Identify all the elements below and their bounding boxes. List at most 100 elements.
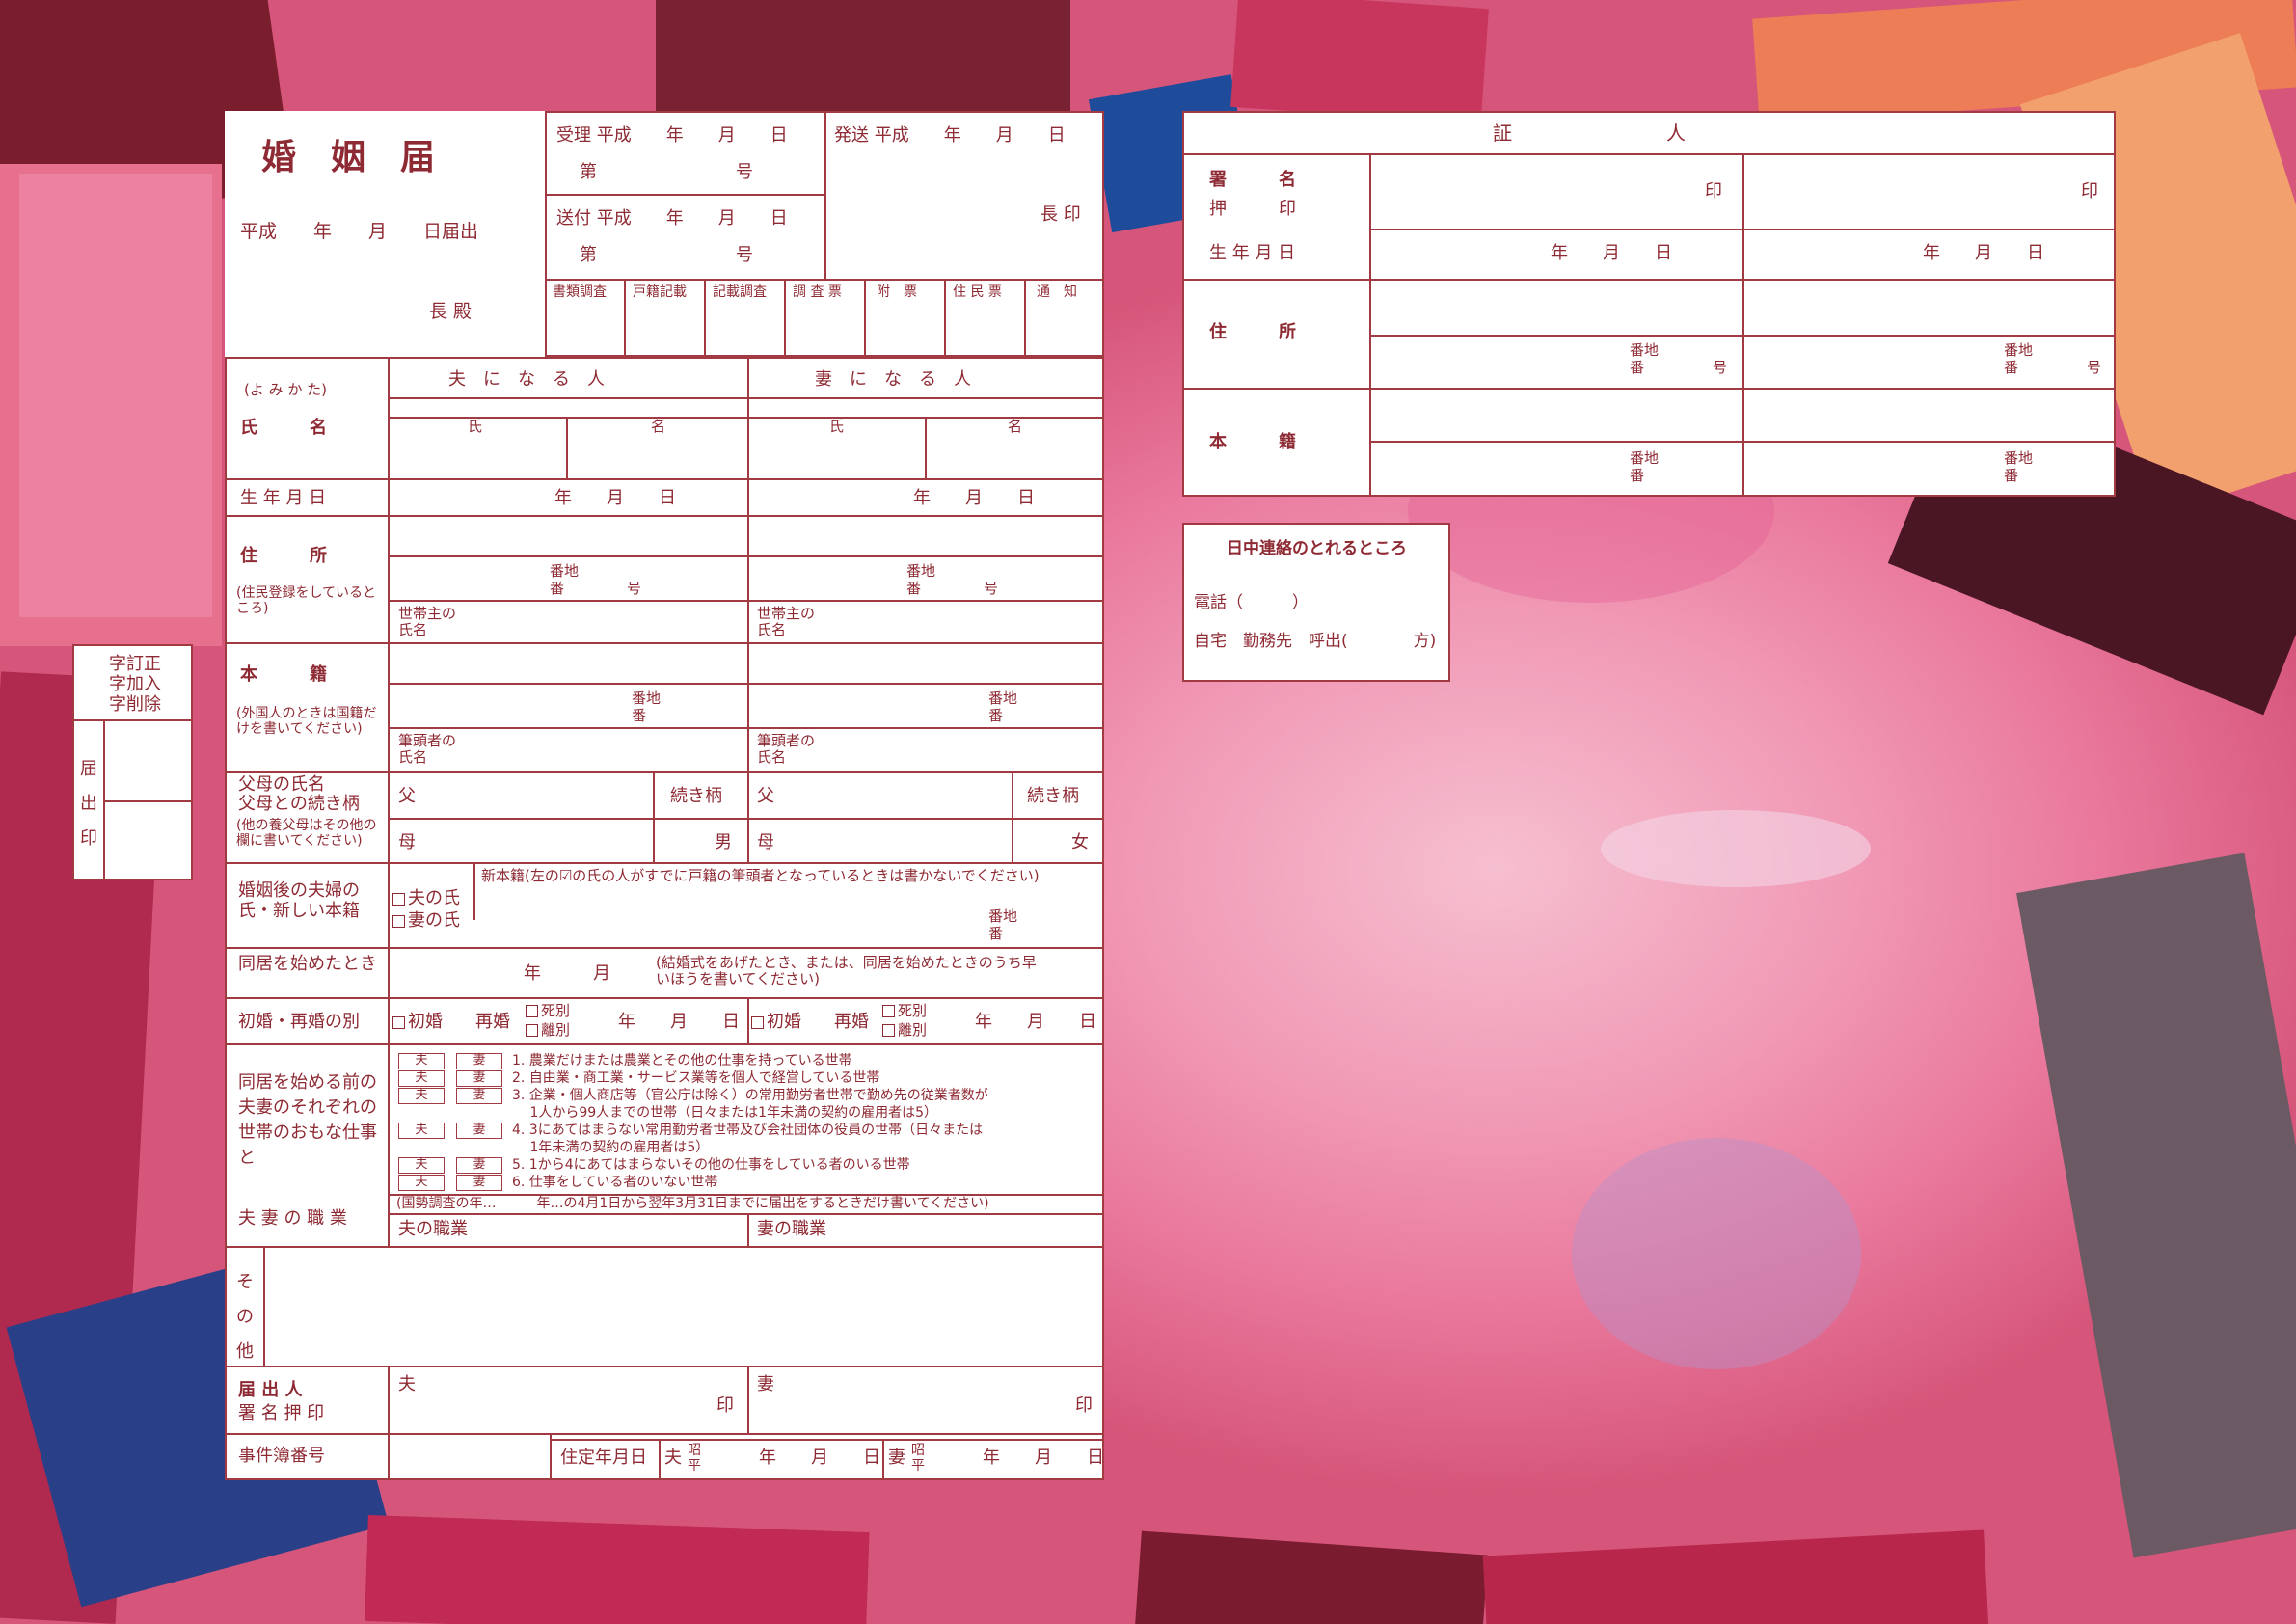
wife-job-label: 妻の職業 xyxy=(757,1219,826,1239)
work-2-wife-box[interactable]: 妻 xyxy=(456,1070,502,1087)
work-3-wife-box[interactable]: 妻 xyxy=(456,1088,502,1104)
husband-first-marriage[interactable]: 初婚 xyxy=(392,1012,443,1033)
witness2-birth-date: 年 月 日 xyxy=(1923,243,2044,263)
marriage-type-label: 初婚・再婚の別 xyxy=(238,1012,360,1032)
new-honseki-ban: 番 xyxy=(988,925,1004,942)
husband-divorce-option[interactable]: 離別 xyxy=(526,1021,570,1039)
witness1-ban: 番 xyxy=(1630,359,1645,376)
witness1-seal: 印 xyxy=(1705,181,1722,202)
forwarded-date: 送付 平成 年 月 日 xyxy=(556,208,788,229)
wife-death-option[interactable]: 死別 xyxy=(882,1002,927,1019)
wife-mother-label: 母 xyxy=(757,832,774,853)
wife-surname-option[interactable]: 妻の氏 xyxy=(392,910,460,932)
work-5-wife-box[interactable]: 妻 xyxy=(456,1157,502,1174)
received-number: 第 号 xyxy=(580,162,753,182)
main-form-table: (よ み か た) 夫 に な る 人 妻 に な る 人 氏 名 氏 名 氏 … xyxy=(225,357,1104,1480)
surname-after-label: 婚姻後の夫婦の氏・新しい本籍 xyxy=(238,880,360,921)
work-item-3: 3. 企業・個人商店等（官公庁は除く）の常用勤労者世帯で勤め先の従業者数が xyxy=(512,1088,988,1103)
daytime-contact-box: 日中連絡のとれるところ 電話（ ） 自宅 勤務先 呼出( 方) xyxy=(1182,523,1450,682)
check-family-register: 戸籍記載 xyxy=(633,284,687,300)
husband-banchi: 番地 xyxy=(550,562,580,580)
wife-remarriage: 再婚 xyxy=(834,1012,869,1032)
residence-date-label: 住定年月日 xyxy=(560,1448,647,1468)
husband-father-label: 父 xyxy=(398,786,416,806)
signer-label: 届 出 人 xyxy=(238,1380,303,1400)
work-item-4: 4. 3にあてはまらない常用勤労者世帯及び会社団体の役員の世帯（日々または xyxy=(512,1123,984,1138)
cohabit-label: 同居を始めたとき xyxy=(238,954,377,974)
contact-phone: 電話（ ） xyxy=(1194,593,1309,612)
check-notice: 通 知 xyxy=(1037,284,1077,300)
husband-surname-label: 氏 xyxy=(468,418,483,435)
work-4-husband-box[interactable]: 夫 xyxy=(398,1123,445,1139)
work-6-wife-box[interactable]: 妻 xyxy=(456,1175,502,1191)
contact-where: 自宅 勤務先 呼出( 方) xyxy=(1194,632,1437,651)
parents-label: 父母の氏名 xyxy=(238,774,325,795)
residence-husband-date: 年 月 日 xyxy=(759,1448,880,1468)
check-attachment: 附 票 xyxy=(877,284,917,300)
husband-header: 夫 に な る 人 xyxy=(448,369,605,390)
check-survey: 調 査 票 xyxy=(793,284,842,300)
work-1-husband-box[interactable]: 夫 xyxy=(398,1053,445,1069)
wife-header: 妻 に な る 人 xyxy=(815,369,971,390)
address-note: (住民登録をしているところ) xyxy=(236,585,377,617)
residence-wife-label: 妻 xyxy=(888,1448,905,1468)
case-number-label: 事件簿番号 xyxy=(238,1446,325,1466)
sent-date: 発送 平成 年 月 日 xyxy=(834,125,1066,146)
husband-honseki-banchi: 番地 xyxy=(632,690,662,707)
husband-remarriage: 再婚 xyxy=(475,1012,510,1032)
husband-household-head: 世帯主の氏名 xyxy=(398,605,457,639)
cohabit-date: 年 月 xyxy=(524,963,610,984)
residence-husband-era: 昭平 xyxy=(688,1443,701,1475)
husband-death-option[interactable]: 死別 xyxy=(526,1002,570,1019)
new-honseki-label: 新本籍(左の☑の氏の人がすでに戸籍の筆頭者となっているときは書かないでください) xyxy=(481,867,1040,884)
honseki-note: (外国人のときは国籍だけを書いてください) xyxy=(236,706,377,738)
witness2-gou: 号 xyxy=(2087,359,2102,376)
check-document: 書類調査 xyxy=(553,284,607,300)
wife-divorce-option[interactable]: 離別 xyxy=(882,1021,927,1039)
witness-address-label: 住 所 xyxy=(1209,322,1296,342)
wife-register-head: 筆頭者の氏名 xyxy=(757,732,816,767)
work-item-3-cont: 1人から99人までの世帯（日々または1年未満の契約の雇用者は5） xyxy=(512,1105,937,1121)
work-6-husband-box[interactable]: 夫 xyxy=(398,1175,445,1191)
work-5-husband-box[interactable]: 夫 xyxy=(398,1157,445,1174)
signer-wife-label: 妻 xyxy=(757,1374,774,1394)
signer-husband-seal: 印 xyxy=(716,1395,734,1416)
address-label: 住 所 xyxy=(240,546,327,566)
witness-honseki-label: 本 籍 xyxy=(1209,432,1296,452)
other-label: その他 xyxy=(236,1272,254,1362)
name-label: 氏 名 xyxy=(240,418,327,438)
work-1-wife-box[interactable]: 妻 xyxy=(456,1053,502,1069)
work-2-husband-box[interactable]: 夫 xyxy=(398,1070,445,1087)
residence-wife-date: 年 月 日 xyxy=(983,1448,1104,1468)
work-item-4-cont: 1年未満の契約の雇用者は5） xyxy=(512,1140,710,1155)
husband-job-label: 夫の職業 xyxy=(398,1219,468,1239)
occupation-label: 夫 妻 の 職 業 xyxy=(238,1208,347,1229)
new-honseki-banchi: 番地 xyxy=(988,907,1018,925)
husband-ban: 番 xyxy=(550,580,565,597)
signer-husband-label: 夫 xyxy=(398,1374,416,1394)
work-4-wife-box[interactable]: 妻 xyxy=(456,1123,502,1139)
husband-relation-label: 続き柄 xyxy=(670,786,722,806)
witness2-honseki-ban: 番 xyxy=(2004,467,2019,484)
husband-honseki-ban: 番 xyxy=(632,707,647,724)
wife-remarriage-date: 年 月 日 xyxy=(975,1012,1096,1032)
wife-first-marriage[interactable]: 初婚 xyxy=(751,1012,801,1033)
wife-banchi: 番地 xyxy=(906,562,936,580)
check-resident: 住 民 票 xyxy=(953,284,1002,300)
witness2-ban: 番 xyxy=(2004,359,2019,376)
work-3-husband-box[interactable]: 夫 xyxy=(398,1088,445,1104)
birth-label: 生 年 月 日 xyxy=(240,488,327,508)
husband-mother-label: 母 xyxy=(398,832,416,853)
husband-son-label: 男 xyxy=(715,832,732,853)
wife-gou: 号 xyxy=(984,580,999,597)
witness-birth-label: 生 年 月 日 xyxy=(1209,243,1296,263)
title-panel: 婚 姻 届 平成 年 月 日届出 長 殿 xyxy=(225,111,547,357)
signer-seal-label: 署 名 押 印 xyxy=(238,1403,325,1423)
contact-title: 日中連絡のとれるところ xyxy=(1227,539,1407,558)
husband-surname-option[interactable]: 夫の氏 xyxy=(392,888,460,909)
work-item-1: 1. 農業だけまたは農業とその他の仕事を持っている世帯 xyxy=(512,1053,852,1069)
husband-register-head: 筆頭者の氏名 xyxy=(398,732,457,767)
witness1-honseki-ban: 番 xyxy=(1630,467,1645,484)
husband-birth-date: 年 月 日 xyxy=(554,488,676,508)
witness-press-label: 押 印 xyxy=(1209,199,1296,219)
